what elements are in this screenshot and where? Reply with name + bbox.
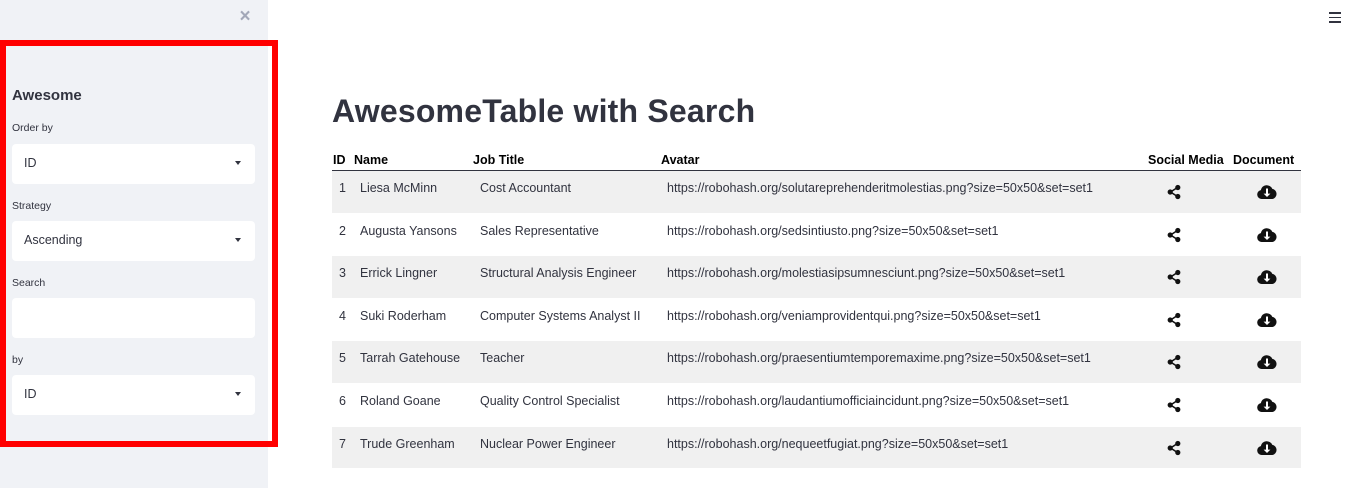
cell-id: 5 <box>339 351 346 366</box>
order-by-select[interactable]: ID <box>12 144 255 184</box>
cell-job-title: Structural Analysis Engineer <box>480 266 637 281</box>
share-icon[interactable] <box>1166 354 1184 370</box>
strategy-value: Ascending <box>24 233 83 247</box>
share-icon[interactable] <box>1166 440 1184 456</box>
cell-id: 2 <box>339 223 346 238</box>
cell-name: Trude Greenham <box>360 436 455 451</box>
cloud-download-icon[interactable] <box>1256 440 1278 456</box>
cloud-download-icon[interactable] <box>1256 184 1278 200</box>
share-icon[interactable] <box>1166 184 1184 200</box>
table-header: ID Name Job Title Avatar Social Media Do… <box>332 151 1301 171</box>
chevron-down-icon <box>235 238 241 242</box>
header-social-media[interactable]: Social Media <box>1148 153 1224 167</box>
cloud-download-icon[interactable] <box>1256 269 1278 285</box>
header-name[interactable]: Name <box>354 153 388 167</box>
awesome-table: ID Name Job Title Avatar Social Media Do… <box>332 151 1301 470</box>
table-row: 7 Trude Greenham Nuclear Power Engineer … <box>332 426 1301 470</box>
cell-avatar-url: https://robohash.org/molestiasipsumnesci… <box>667 266 1066 281</box>
cell-name: Liesa McMinn <box>360 181 438 195</box>
chevron-down-icon <box>235 161 241 165</box>
order-by-value: ID <box>24 156 37 170</box>
cell-job-title: Quality Control Specialist <box>480 393 620 408</box>
cell-id: 6 <box>339 393 346 408</box>
table-row: 6 Roland Goane Quality Control Specialis… <box>332 384 1301 427</box>
cell-avatar-url: https://robohash.org/sedsintiusto.png?si… <box>667 223 999 238</box>
header-avatar[interactable]: Avatar <box>661 153 699 167</box>
table-row: 5 Tarrah Gatehouse Teacher https://roboh… <box>332 341 1301 384</box>
share-icon[interactable] <box>1166 227 1184 243</box>
cloud-download-icon[interactable] <box>1256 312 1278 328</box>
cell-id: 7 <box>339 436 346 451</box>
cell-id: 3 <box>339 266 346 281</box>
cell-avatar-url: https://robohash.org/laudantiumofficiain… <box>667 393 1070 408</box>
search-input[interactable] <box>12 298 255 338</box>
cell-avatar-url: https://robohash.org/nequeetfugiat.png?s… <box>667 436 1009 451</box>
cell-id: 1 <box>339 181 346 195</box>
cell-job-title: Nuclear Power Engineer <box>480 436 616 451</box>
cell-avatar-url: https://robohash.org/solutareprehenderit… <box>667 181 1093 195</box>
page-title: AwesomeTable with Search <box>332 93 756 129</box>
cell-job-title: Sales Representative <box>480 223 599 238</box>
search-by-select[interactable]: ID <box>12 375 255 415</box>
chevron-down-icon <box>235 392 241 396</box>
header-id[interactable]: ID <box>333 153 346 167</box>
cell-name: Errick Lingner <box>360 266 438 281</box>
search-label: Search <box>12 277 46 289</box>
table-row: 2 Augusta Yansons Sales Representative h… <box>332 214 1301 257</box>
cell-name: Roland Goane <box>360 393 441 408</box>
share-icon[interactable] <box>1166 397 1184 413</box>
cloud-download-icon[interactable] <box>1256 397 1278 413</box>
share-icon[interactable] <box>1166 312 1184 328</box>
header-job-title[interactable]: Job Title <box>473 153 524 167</box>
share-icon[interactable] <box>1166 269 1184 285</box>
sidebar-title: Awesome <box>12 87 82 104</box>
table-row: 1 Liesa McMinn Cost Accountant https://r… <box>332 171 1301 214</box>
cell-job-title: Computer Systems Analyst II <box>480 308 641 323</box>
strategy-label: Strategy <box>12 200 52 212</box>
cell-name: Augusta Yansons <box>360 223 457 238</box>
cell-job-title: Teacher <box>480 351 525 366</box>
cell-name: Suki Roderham <box>360 308 447 323</box>
table-body: 1 Liesa McMinn Cost Accountant https://r… <box>332 171 1301 470</box>
header-document[interactable]: Document <box>1233 153 1294 167</box>
cell-avatar-url: https://robohash.org/veniamprovidentqui.… <box>667 308 1041 323</box>
close-icon[interactable]: × <box>236 7 254 26</box>
cell-job-title: Cost Accountant <box>480 181 572 195</box>
hamburger-menu-icon[interactable] <box>1329 12 1341 23</box>
cloud-download-icon[interactable] <box>1256 354 1278 370</box>
cell-avatar-url: https://robohash.org/praesentiumtemporem… <box>667 351 1091 366</box>
sidebar: × Awesome Order by ID Strategy Ascending… <box>0 0 278 488</box>
table-row: 3 Errick Lingner Structural Analysis Eng… <box>332 256 1301 299</box>
cloud-download-icon[interactable] <box>1256 227 1278 243</box>
search-by-label: by <box>12 354 24 366</box>
search-by-value: ID <box>24 387 37 401</box>
strategy-select[interactable]: Ascending <box>12 221 255 261</box>
order-by-label: Order by <box>12 122 53 134</box>
table-row: 4 Suki Roderham Computer Systems Analyst… <box>332 299 1301 342</box>
cell-name: Tarrah Gatehouse <box>360 351 461 366</box>
cell-id: 4 <box>339 308 346 323</box>
